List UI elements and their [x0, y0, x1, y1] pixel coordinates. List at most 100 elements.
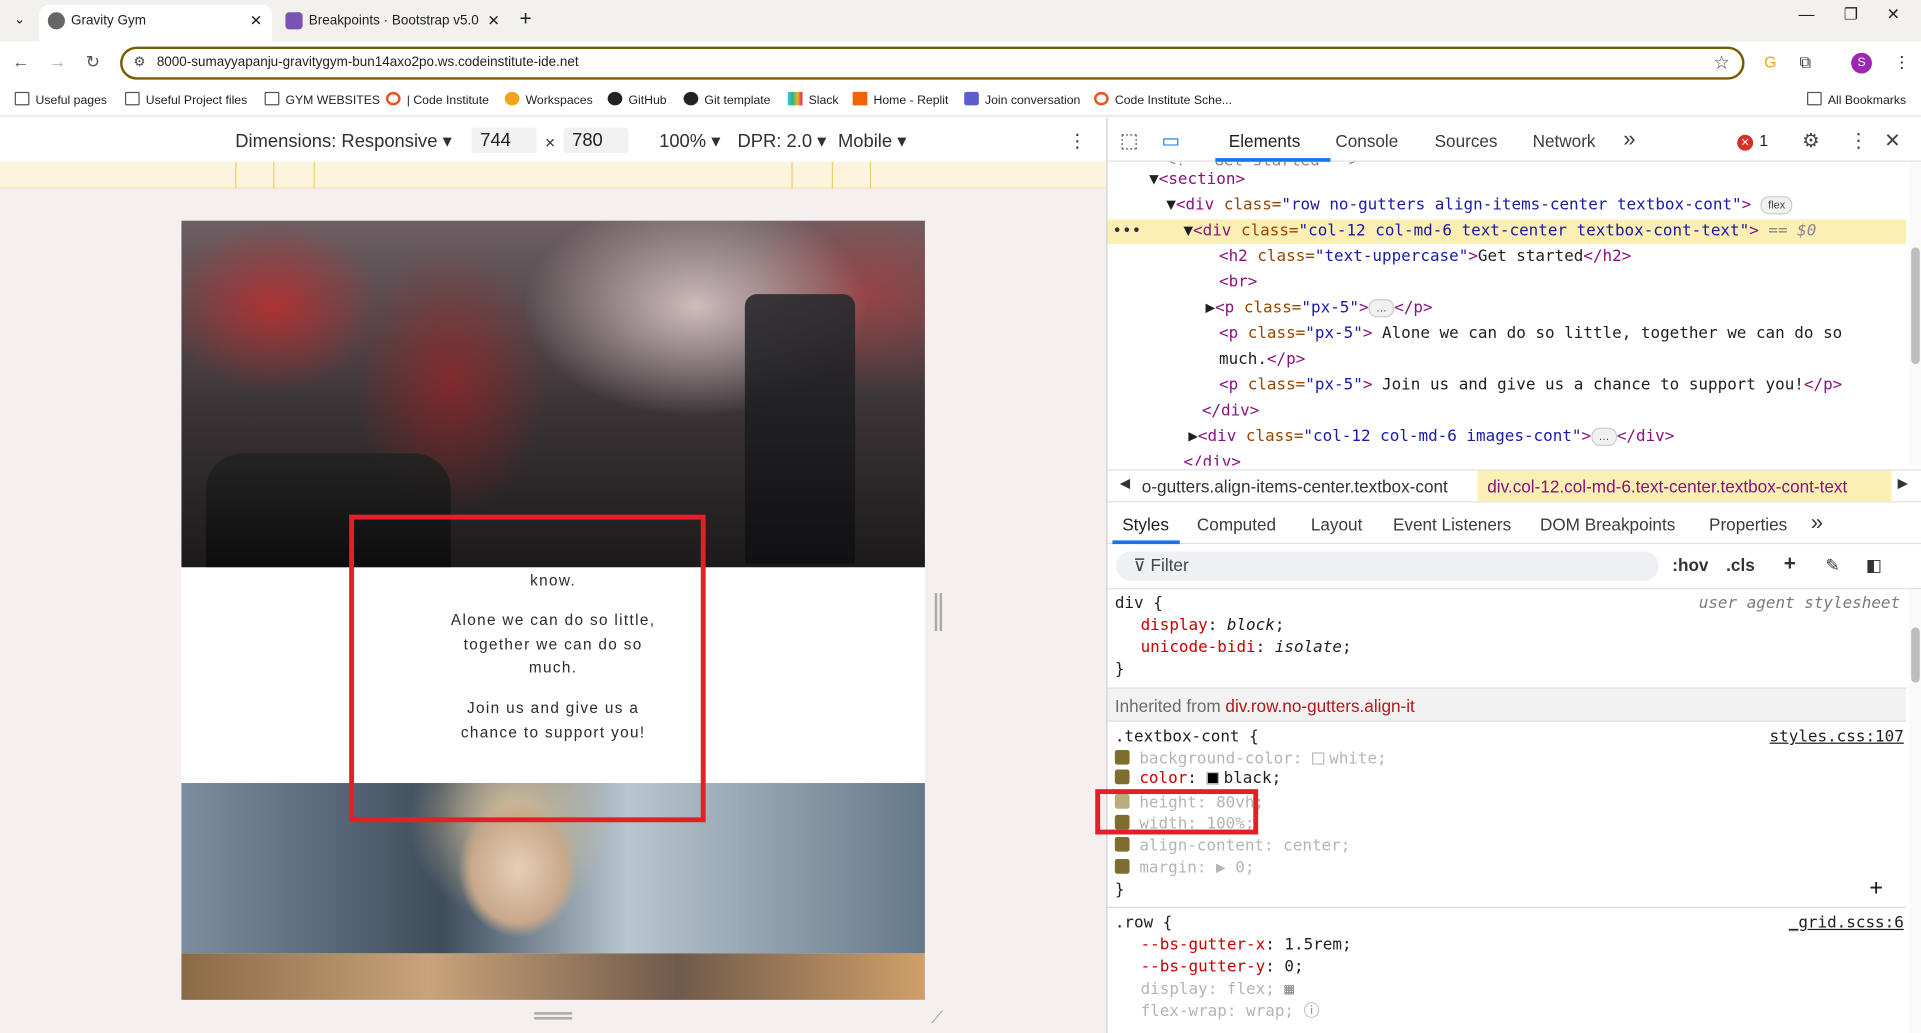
ellipsis-badge[interactable]: … [1368, 298, 1395, 318]
width-input[interactable]: 744 [471, 127, 537, 154]
browser-menu-icon[interactable]: ⋮ [1894, 53, 1910, 73]
breakpoint-marker[interactable] [869, 161, 872, 189]
expand-arrow-icon[interactable]: ▶ [1205, 299, 1215, 317]
dom-node-p-alone[interactable]: <p class="px-5"> Alone we can do so litt… [1219, 322, 1842, 347]
more-actions-icon[interactable]: ••• [1112, 219, 1141, 244]
breakpoint-marker[interactable] [791, 161, 793, 189]
css-prop-flex-wrap[interactable]: flex-wrap: wrap; ⓘ [1141, 1001, 1320, 1023]
reload-icon[interactable]: ↻ [86, 51, 100, 72]
expand-arrow-icon[interactable]: ▶ [1188, 428, 1198, 446]
css-prop-unicode-bidi[interactable]: unicode-bidi: isolate; [1141, 637, 1352, 659]
tab-search-chevron-icon[interactable]: ⌄ [7, 7, 32, 32]
scroll-thumb[interactable] [1911, 247, 1920, 364]
dom-node-p-join[interactable]: <p class="px-5"> Join us and give us a c… [1219, 374, 1842, 399]
dom-node-section[interactable]: ▼<section> [1149, 168, 1245, 193]
hov-toggle[interactable]: :hov [1672, 555, 1708, 575]
breadcrumb-item-row[interactable]: o-gutters.align-items-center.textbox-con… [1142, 477, 1448, 497]
inherited-link[interactable]: div.row.no-gutters.align-it [1225, 696, 1419, 716]
devtools-menu-icon[interactable]: ⋮ [1849, 129, 1869, 154]
css-prop-align-content[interactable]: align-content: center; [1114, 836, 1350, 858]
bookmark-code-institute[interactable]: | Code Institute [385, 91, 489, 108]
tab-dom-breakpoints[interactable]: DOM Breakpoints [1540, 515, 1675, 535]
paint-brush-icon[interactable]: ✎ [1825, 555, 1839, 576]
rule-selector-row[interactable]: .row { [1115, 913, 1173, 935]
tab-sources[interactable]: Sources [1435, 131, 1498, 151]
bookmark-github[interactable]: GitHub [607, 91, 667, 108]
tab-network[interactable]: Network [1533, 131, 1596, 151]
expand-arrow-icon[interactable]: ▼ [1183, 222, 1193, 240]
dpr-dropdown[interactable]: DPR: 2.0 ▾ [738, 130, 827, 152]
expand-arrow-icon[interactable]: ▼ [1149, 170, 1159, 188]
bookmark-slack[interactable]: Slack [787, 91, 839, 108]
dom-node-div-close[interactable]: </div> [1202, 399, 1260, 424]
avatar[interactable]: S [1851, 52, 1872, 74]
site-info-icon[interactable]: ⚙ [134, 54, 146, 70]
resize-handle-bottom[interactable] [534, 1012, 573, 1020]
forward-icon[interactable]: → [49, 51, 66, 71]
color-swatch[interactable] [1311, 752, 1325, 765]
bookmark-useful-project-files[interactable]: Useful Project files [124, 91, 247, 108]
extensions-puzzle-icon[interactable]: ⧉ [1800, 53, 1811, 73]
back-icon[interactable]: ← [12, 51, 29, 71]
bookmark-git-template[interactable]: Git template [683, 91, 770, 108]
dom-node-h2[interactable]: <h2 class="text-uppercase">Get started</… [1219, 245, 1631, 270]
rule-selector-textbox-cont[interactable]: .textbox-cont { [1115, 727, 1259, 749]
add-property-icon[interactable]: + [1870, 877, 1883, 899]
close-tab-icon[interactable]: ✕ [488, 5, 500, 37]
close-tab-icon[interactable]: ✕ [250, 5, 262, 37]
breadcrumb-item-selected[interactable]: div.col-12.col-md-6.text-center.textbox-… [1477, 470, 1892, 502]
inspect-element-icon[interactable]: ⬚ [1120, 129, 1139, 154]
zoom-dropdown[interactable]: 100% ▾ [659, 130, 720, 152]
dom-node-selected[interactable]: ••• ▼<div class="col-12 col-md-6 text-ce… [1107, 219, 1907, 244]
rule-source-styles-css[interactable]: styles.css:107 [1770, 727, 1904, 749]
tab-bootstrap-breakpoints[interactable]: Breakpoints · Bootstrap v5.0 ✕ [277, 5, 510, 42]
bookmark-code-institute-schedule[interactable]: Code Institute Sche... [1094, 91, 1232, 108]
scroll-thumb[interactable] [1911, 627, 1920, 683]
flexbox-editor-icon[interactable]: ▦ [1284, 980, 1294, 998]
dom-node-images-cont[interactable]: ▶<div class="col-12 col-md-6 images-cont… [1188, 425, 1674, 450]
flex-badge[interactable]: flex [1760, 196, 1793, 215]
more-subtabs-icon[interactable]: » [1811, 510, 1823, 536]
device-toggle-icon[interactable]: ▭ [1161, 129, 1180, 154]
new-rule-icon[interactable]: + [1784, 551, 1796, 576]
filter-input[interactable]: ⊽ Filter [1116, 551, 1659, 581]
new-tab-icon[interactable]: + [519, 7, 531, 32]
tab-console[interactable]: Console [1335, 131, 1398, 151]
minimize-icon[interactable]: — [1798, 5, 1814, 23]
dom-node-div-close-2[interactable]: </div> [1183, 451, 1241, 465]
settings-gear-icon[interactable]: ⚙ [1802, 129, 1820, 154]
breadcrumb-right-arrow-icon[interactable]: ▶ [1898, 475, 1908, 492]
expand-arrow-icon[interactable]: ▼ [1166, 196, 1176, 214]
tab-styles[interactable]: Styles [1122, 515, 1169, 535]
tab-gravity-gym[interactable]: Gravity Gym ✕ [39, 4, 272, 42]
address-bar[interactable]: ⚙ 8000-sumayyapanju-gravitygym-bun14axo2… [120, 46, 1745, 80]
restore-icon[interactable]: ❐ [1844, 5, 1858, 25]
bookmark-star-icon[interactable]: ☆ [1713, 51, 1729, 74]
all-bookmarks[interactable]: All Bookmarks [1807, 91, 1906, 108]
tab-layout[interactable]: Layout [1311, 515, 1363, 535]
bookmark-gym-websites[interactable]: GYM WEBSITES [264, 91, 380, 108]
rule-selector-div[interactable]: div { [1115, 593, 1163, 615]
bookmark-join-conversation[interactable]: Join conversation [964, 91, 1080, 108]
css-prop-bs-gutter-x[interactable]: --bs-gutter-x: 1.5rem; [1141, 935, 1352, 957]
media-query-bar[interactable] [0, 161, 1107, 189]
breakpoint-marker[interactable] [831, 161, 834, 189]
styles-scrollbar[interactable] [1908, 590, 1921, 1033]
tab-computed[interactable]: Computed [1197, 515, 1276, 535]
url-text[interactable]: 8000-sumayyapanju-gravitygym-bun14axo2po… [157, 55, 579, 70]
ellipsis-badge[interactable]: … [1591, 427, 1617, 447]
css-prop-color[interactable]: color: black; [1114, 768, 1281, 790]
bookmark-replit[interactable]: Home - Replit [852, 91, 948, 108]
resize-handle-right[interactable] [934, 593, 943, 632]
breadcrumb-left-arrow-icon[interactable]: ◀ [1120, 475, 1130, 492]
devtools-close-icon[interactable]: ✕ [1884, 129, 1900, 154]
window-close-icon[interactable]: ✕ [1887, 5, 1900, 25]
breakpoint-marker[interactable] [235, 161, 237, 189]
css-prop-bs-gutter-y[interactable]: --bs-gutter-y: 0; [1141, 957, 1304, 979]
rule-source-grid-scss[interactable]: _grid.scss:6 [1789, 913, 1904, 935]
property-checkbox[interactable] [1114, 859, 1130, 874]
resize-handle-corner[interactable]: ⟋ [931, 1007, 943, 1028]
more-tabs-icon[interactable]: » [1623, 126, 1635, 152]
height-input[interactable]: 780 [563, 127, 629, 154]
device-mode-dropdown[interactable]: Mobile ▾ [838, 130, 906, 152]
